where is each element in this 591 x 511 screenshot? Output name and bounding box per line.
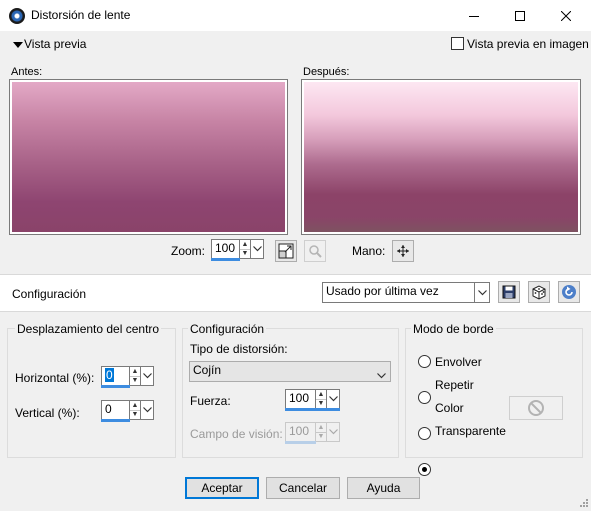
- preview-toggle[interactable]: Vista previa: [24, 37, 86, 51]
- minimize-icon: [469, 15, 479, 17]
- separator: [0, 311, 591, 312]
- before-preview[interactable]: [9, 79, 288, 235]
- zoom-dropdown[interactable]: [251, 239, 264, 259]
- settings-title: Configuración: [188, 322, 267, 336]
- preset-select[interactable]: Usado por última vez: [322, 282, 475, 303]
- fit-window-icon: [278, 243, 294, 259]
- after-preview-image: [304, 82, 578, 232]
- resize-grip-icon[interactable]: [578, 497, 589, 511]
- preset-dropdown[interactable]: [475, 282, 490, 303]
- vertical-label: Vertical (%):: [15, 406, 80, 420]
- distortion-type-chevron[interactable]: [377, 368, 386, 382]
- center-offset-group: [7, 328, 176, 458]
- edge-mode-transparente-label[interactable]: Transparente: [435, 424, 506, 438]
- strength-slider[interactable]: [285, 408, 340, 411]
- move-icon: [397, 245, 409, 257]
- chevron-down-icon: [252, 246, 262, 252]
- strength-spinner[interactable]: ▲ ▼: [316, 389, 327, 409]
- no-color-icon: [528, 400, 544, 416]
- image-preview-label[interactable]: Vista previa en imagen: [467, 37, 589, 51]
- zoom-input[interactable]: 100: [211, 239, 240, 259]
- edge-mode-envolver-radio[interactable]: [418, 355, 431, 368]
- accept-button[interactable]: Aceptar: [185, 477, 259, 499]
- strength-label: Fuerza:: [190, 394, 231, 408]
- help-button[interactable]: Ayuda: [347, 477, 420, 499]
- edge-mode-transparente-radio[interactable]: [418, 463, 431, 476]
- horizontal-slider[interactable]: [101, 385, 130, 388]
- chevron-down-icon: [377, 373, 386, 379]
- distortion-type-label: Tipo de distorsión:: [190, 342, 288, 356]
- cancel-button[interactable]: Cancelar: [266, 477, 340, 499]
- image-preview-checkbox[interactable]: [451, 37, 464, 50]
- field-of-view-input[interactable]: 100: [285, 422, 316, 442]
- edge-mode-repetir-label[interactable]: Repetir: [435, 378, 474, 392]
- locate-button[interactable]: [304, 240, 326, 262]
- configuration-label: Configuración: [12, 287, 87, 301]
- vertical-spinner[interactable]: ▲ ▼: [130, 400, 141, 420]
- randomize-button[interactable]: [528, 281, 550, 303]
- minimize-button[interactable]: [451, 0, 497, 31]
- edge-mode-repetir-radio[interactable]: [418, 391, 431, 404]
- center-offset-title: Desplazamiento del centro: [15, 322, 162, 336]
- edge-mode-group: [405, 328, 583, 458]
- pan-button[interactable]: [392, 240, 414, 262]
- fit-zoom-button[interactable]: [275, 240, 297, 262]
- horizontal-spinner[interactable]: ▲ ▼: [130, 366, 141, 386]
- reset-arrow-icon: [562, 285, 576, 299]
- field-of-view-dropdown[interactable]: [327, 422, 340, 442]
- maximize-button[interactable]: [497, 0, 543, 31]
- zoom-spinner[interactable]: ▲ ▼: [240, 239, 251, 259]
- edge-mode-envolver-label[interactable]: Envolver: [435, 355, 482, 369]
- edge-mode-title: Modo de borde: [411, 322, 496, 336]
- edge-mode-color-label[interactable]: Color: [435, 401, 464, 415]
- edge-color-swatch[interactable]: [509, 396, 563, 420]
- magnifier-icon: [309, 245, 322, 258]
- distortion-type-select[interactable]: Cojín: [189, 361, 391, 382]
- horizontal-dropdown[interactable]: [141, 366, 154, 386]
- before-label: Antes:: [11, 66, 43, 78]
- save-preset-button[interactable]: [498, 281, 520, 303]
- zoom-slider[interactable]: [211, 258, 240, 261]
- save-icon: [502, 285, 516, 299]
- chevron-down-icon: [142, 373, 152, 379]
- collapse-arrow-icon[interactable]: [13, 42, 23, 48]
- field-of-view-label: Campo de visión:: [190, 427, 283, 441]
- reset-button[interactable]: [558, 281, 580, 303]
- dice-icon: [532, 285, 546, 300]
- field-of-view-spinner[interactable]: ▲ ▼: [316, 422, 327, 442]
- window-title: Distorsión de lente: [31, 8, 131, 22]
- chevron-down-icon: [328, 429, 338, 435]
- chevron-down-icon: [328, 396, 338, 402]
- close-icon: [561, 10, 571, 21]
- after-preview[interactable]: [301, 79, 581, 235]
- vertical-slider[interactable]: [101, 419, 130, 422]
- zoom-label: Zoom:: [171, 244, 206, 258]
- strength-dropdown[interactable]: [327, 389, 340, 409]
- horizontal-label: Horizontal (%):: [15, 371, 95, 385]
- maximize-icon: [515, 10, 525, 21]
- strength-input[interactable]: 100: [285, 389, 316, 409]
- horizontal-input[interactable]: 0: [101, 366, 130, 386]
- chevron-down-icon: [142, 407, 152, 413]
- vertical-input[interactable]: 0: [101, 400, 130, 420]
- edge-mode-color-radio[interactable]: [418, 427, 431, 440]
- field-of-view-slider[interactable]: [285, 441, 316, 444]
- app-icon: [9, 8, 25, 24]
- chevron-down-icon: [477, 289, 487, 295]
- after-label: Después:: [303, 66, 350, 78]
- pan-label: Mano:: [352, 244, 386, 258]
- before-preview-image: [12, 82, 285, 232]
- vertical-dropdown[interactable]: [141, 400, 154, 420]
- close-button[interactable]: [543, 0, 589, 31]
